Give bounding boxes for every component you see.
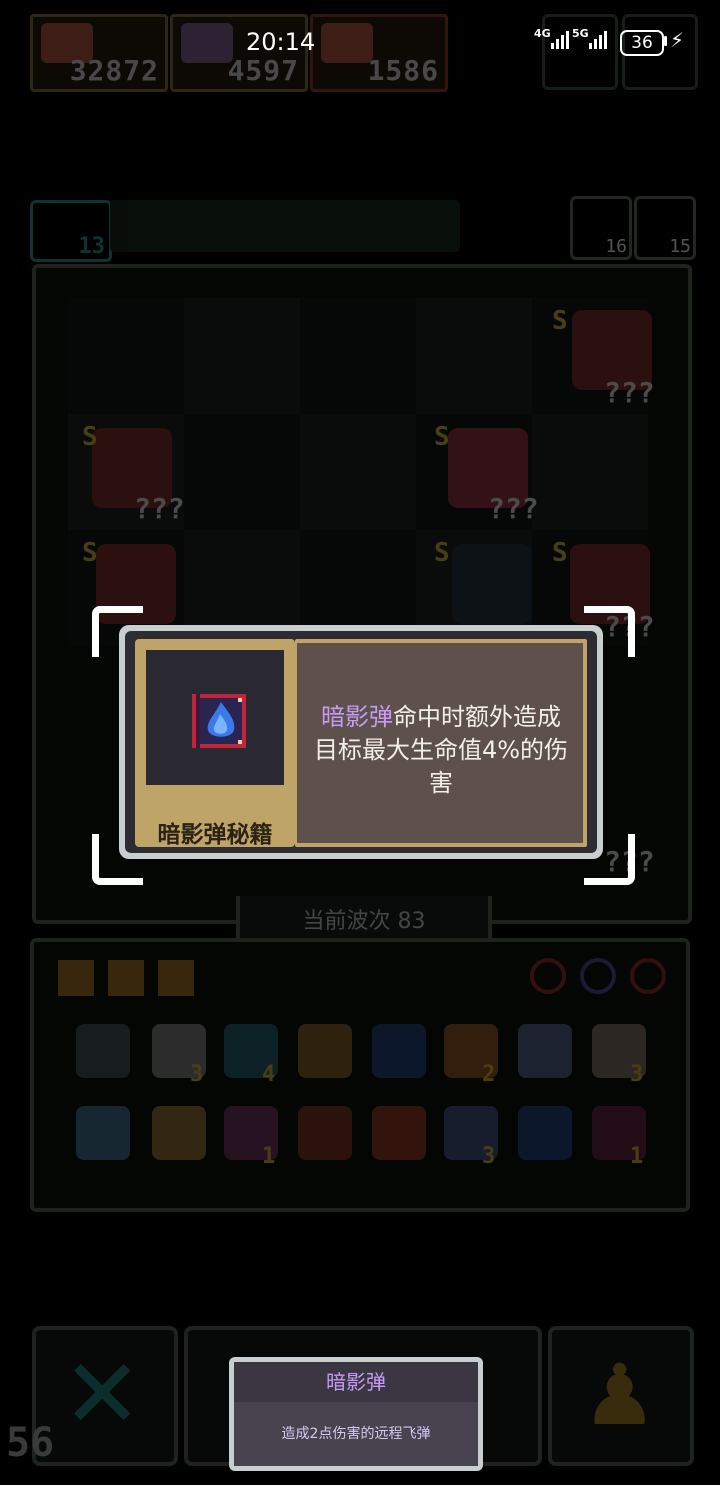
arrow-icon[interactable] [298,1106,352,1160]
item-name: 暗影弹秘籍 [157,822,273,848]
general-portrait-icon [321,23,373,63]
charging-icon: ⚡ [670,28,685,52]
counter-a: 16 [605,236,627,257]
item-slot-icon[interactable] [76,1024,130,1078]
board-cell[interactable] [68,298,184,414]
item-icon-slot [146,650,284,785]
close-icon: ✕ [62,1338,143,1450]
battery-cap [664,36,667,46]
grade-badge: S [434,422,450,452]
board-cell[interactable] [416,298,532,414]
signal-5g-icon: 5G [572,27,609,49]
popup-body: 暗影弹秘籍 暗影弹命中时额外造成目标最大生命值4%的伤害 [125,631,597,853]
shadow-bullet-book-icon [192,694,246,748]
fire-book-icon[interactable] [372,1106,426,1160]
resource-box-1: 32872 [30,14,168,92]
resource-value: 4597 [227,54,299,87]
item-count: 1 [262,1144,276,1169]
board-cell[interactable] [300,298,416,414]
resource-value: 32872 [69,54,159,87]
battery-level: 36 [631,33,653,53]
item-count: 3 [190,1062,204,1087]
level-value: 13 [78,234,106,259]
progress-bar [110,200,460,252]
grade-badge: S [82,422,98,452]
grade-badge: S [434,538,450,568]
item-count: 3 [630,1062,644,1087]
card-slot-icon[interactable] [108,960,144,996]
crown-icon[interactable] [298,1024,352,1078]
network-label: 5G [572,27,589,40]
board-cell[interactable] [300,414,416,530]
status-time: 20:14 [246,28,316,56]
unknown-label: ??? [488,492,539,525]
grade-badge: S [82,538,98,568]
grade-badge: S [552,306,568,336]
item-description: 暗影弹命中时额外造成目标最大生命值4%的伤害 [311,701,571,800]
pawn-icon: ♟ [582,1346,658,1444]
item-count: 4 [262,1062,276,1087]
resource-box-3: 1586 [310,14,448,92]
board-cell[interactable] [532,414,648,530]
grade-badge: S [552,538,568,568]
card-slot-icon[interactable] [58,960,94,996]
sort-button[interactable]: 15 [634,196,696,260]
unknown-label: ??? [604,376,655,409]
item-count: 2 [482,1062,496,1087]
sword-icon[interactable] [76,1106,130,1160]
ring-icon[interactable] [530,958,566,994]
signal-4g-icon: 4G [534,27,571,49]
shadow-book-icon[interactable] [518,1106,572,1160]
resource-value: 1586 [367,54,439,87]
battery-icon: 36 [620,30,664,56]
item-count: 1 [630,1144,644,1169]
hero-unit[interactable] [452,544,532,624]
level-badge: 13 [30,200,112,262]
network-label: 4G [534,27,551,40]
item-icon-panel: 暗影弹秘籍 [135,639,295,848]
item-description-panel: 暗影弹命中时额外造成目标最大生命值4%的伤害 [295,639,587,847]
unknown-label: ??? [134,492,185,525]
item-count: 3 [482,1144,496,1169]
hero-button[interactable]: ♟ [548,1326,694,1466]
counter-b: 15 [669,236,691,257]
description-highlight: 暗影弹 [321,703,393,731]
ring-icon[interactable] [580,958,616,994]
skill-toast: 暗影弹 造成2点伤害的远程飞弹 [229,1357,483,1471]
corner-number: 56 [6,1420,55,1466]
wind-icon[interactable] [518,1024,572,1078]
hammer-icon[interactable] [152,1106,206,1160]
board-cell[interactable] [184,298,300,414]
hammer-icon [181,23,233,63]
board-cell[interactable] [184,414,300,530]
toast-body: 造成2点伤害的远程飞弹 [234,1402,478,1466]
ring-icon[interactable] [630,958,666,994]
upgrade-button[interactable]: 16 [570,196,632,260]
toast-title: 暗影弹 [234,1362,478,1402]
card-slot-icon[interactable] [158,960,194,996]
item-detail-popup[interactable]: 暗影弹秘籍 暗影弹命中时额外造成目标最大生命值4%的伤害 [119,625,603,859]
water-drop-icon[interactable] [372,1024,426,1078]
menu-slot[interactable] [542,14,618,90]
